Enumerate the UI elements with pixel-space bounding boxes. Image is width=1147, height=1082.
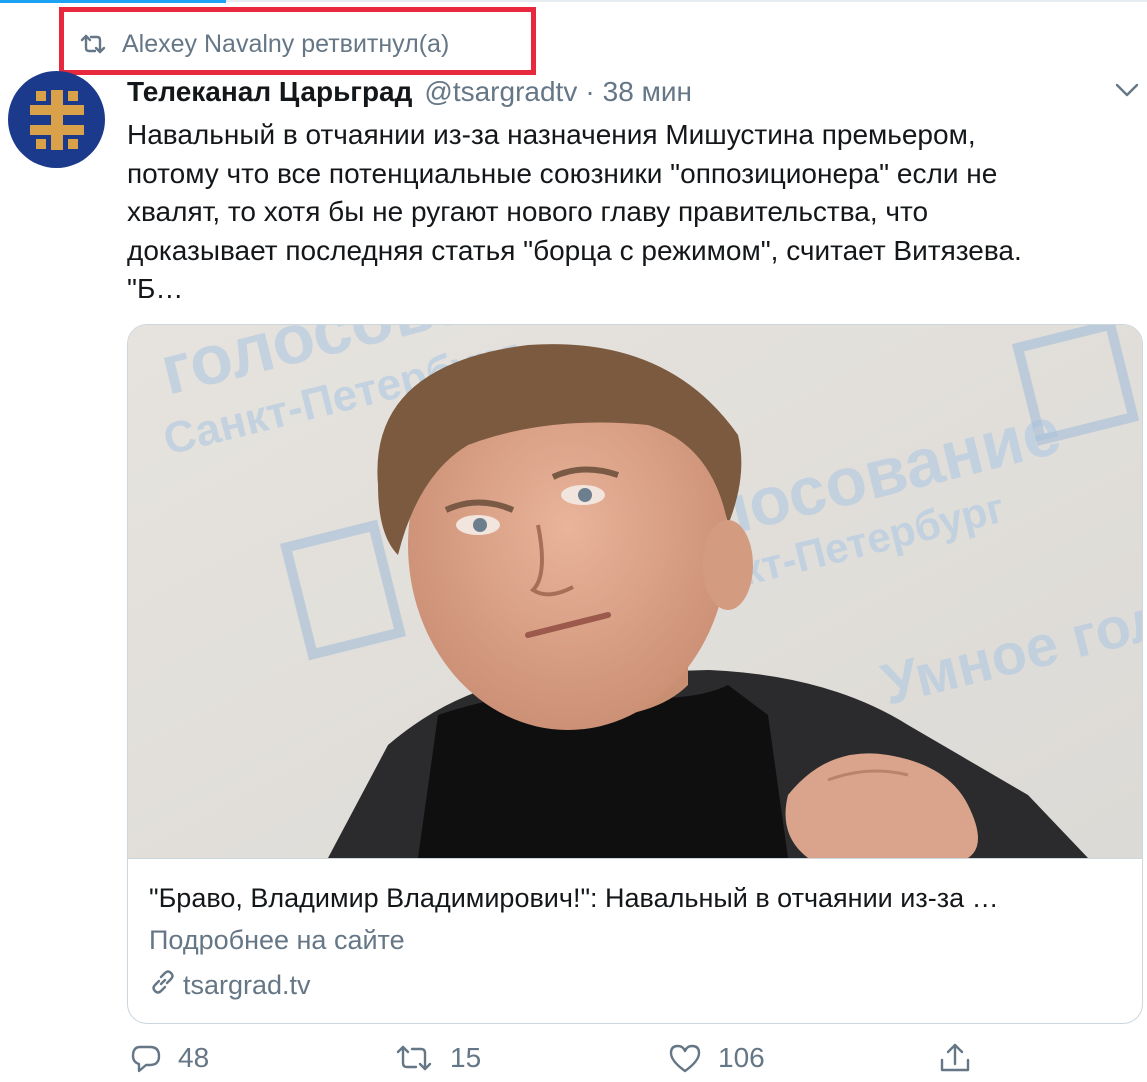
active-tab-indicator <box>0 0 226 3</box>
tweet-text: Навальный в отчаянии из-за назначения Ми… <box>127 116 1137 309</box>
chevron-down-icon[interactable] <box>1114 82 1140 103</box>
avatar[interactable] <box>8 71 105 168</box>
like-button[interactable]: 106 <box>668 1042 765 1074</box>
tweet-time[interactable]: 38 мин <box>603 76 692 108</box>
reply-button[interactable]: 48 <box>130 1042 209 1074</box>
link-icon <box>149 968 177 1003</box>
card-title[interactable]: "Браво, Владимир Владимирович!": Навальн… <box>149 883 1129 914</box>
author-name[interactable]: Телеканал Царьград <box>127 76 412 108</box>
retweet-icon <box>394 1043 434 1073</box>
tweet-text-line: "Б… <box>127 273 184 304</box>
retweet-count: 15 <box>450 1042 482 1073</box>
reply-count: 48 <box>178 1042 210 1073</box>
tweet-text-line: потому что все потенциальные союзники "о… <box>127 157 998 189</box>
highlight-annotation-box <box>59 7 536 75</box>
share-icon <box>938 1042 972 1074</box>
like-count: 106 <box>718 1042 765 1073</box>
card-subtitle[interactable]: Подробнее на сайте <box>149 925 405 956</box>
tweet-actions: 48 15 106 <box>130 1042 1130 1082</box>
card-domain-text: tsargrad.tv <box>183 970 311 1000</box>
card-image[interactable]: голосование Санкт-Петербург голосование … <box>128 325 1142 858</box>
reply-icon <box>130 1043 162 1073</box>
tweet-text-line: доказывает последняя статья "борца с реж… <box>127 234 1022 266</box>
card-divider <box>128 858 1142 859</box>
author-handle[interactable]: @tsargradtv <box>424 76 577 108</box>
tweet-text-line: хвалят, то хотя бы не ругают нового глав… <box>127 196 929 227</box>
tsargrad-logo <box>29 89 84 150</box>
share-button[interactable] <box>938 1042 972 1074</box>
tweet-header: Телеканал Царьград @tsargradtv · 38 мин <box>127 72 692 112</box>
separator: · <box>585 76 595 107</box>
tweet-text-line: Навальный в отчаянии из-за назначения Ми… <box>127 119 976 150</box>
heart-icon <box>668 1043 702 1073</box>
card-domain[interactable]: tsargrad.tv <box>149 968 311 1003</box>
link-preview-card[interactable]: голосование Санкт-Петербург голосование … <box>127 324 1143 1024</box>
retweet-button[interactable]: 15 <box>394 1042 481 1074</box>
